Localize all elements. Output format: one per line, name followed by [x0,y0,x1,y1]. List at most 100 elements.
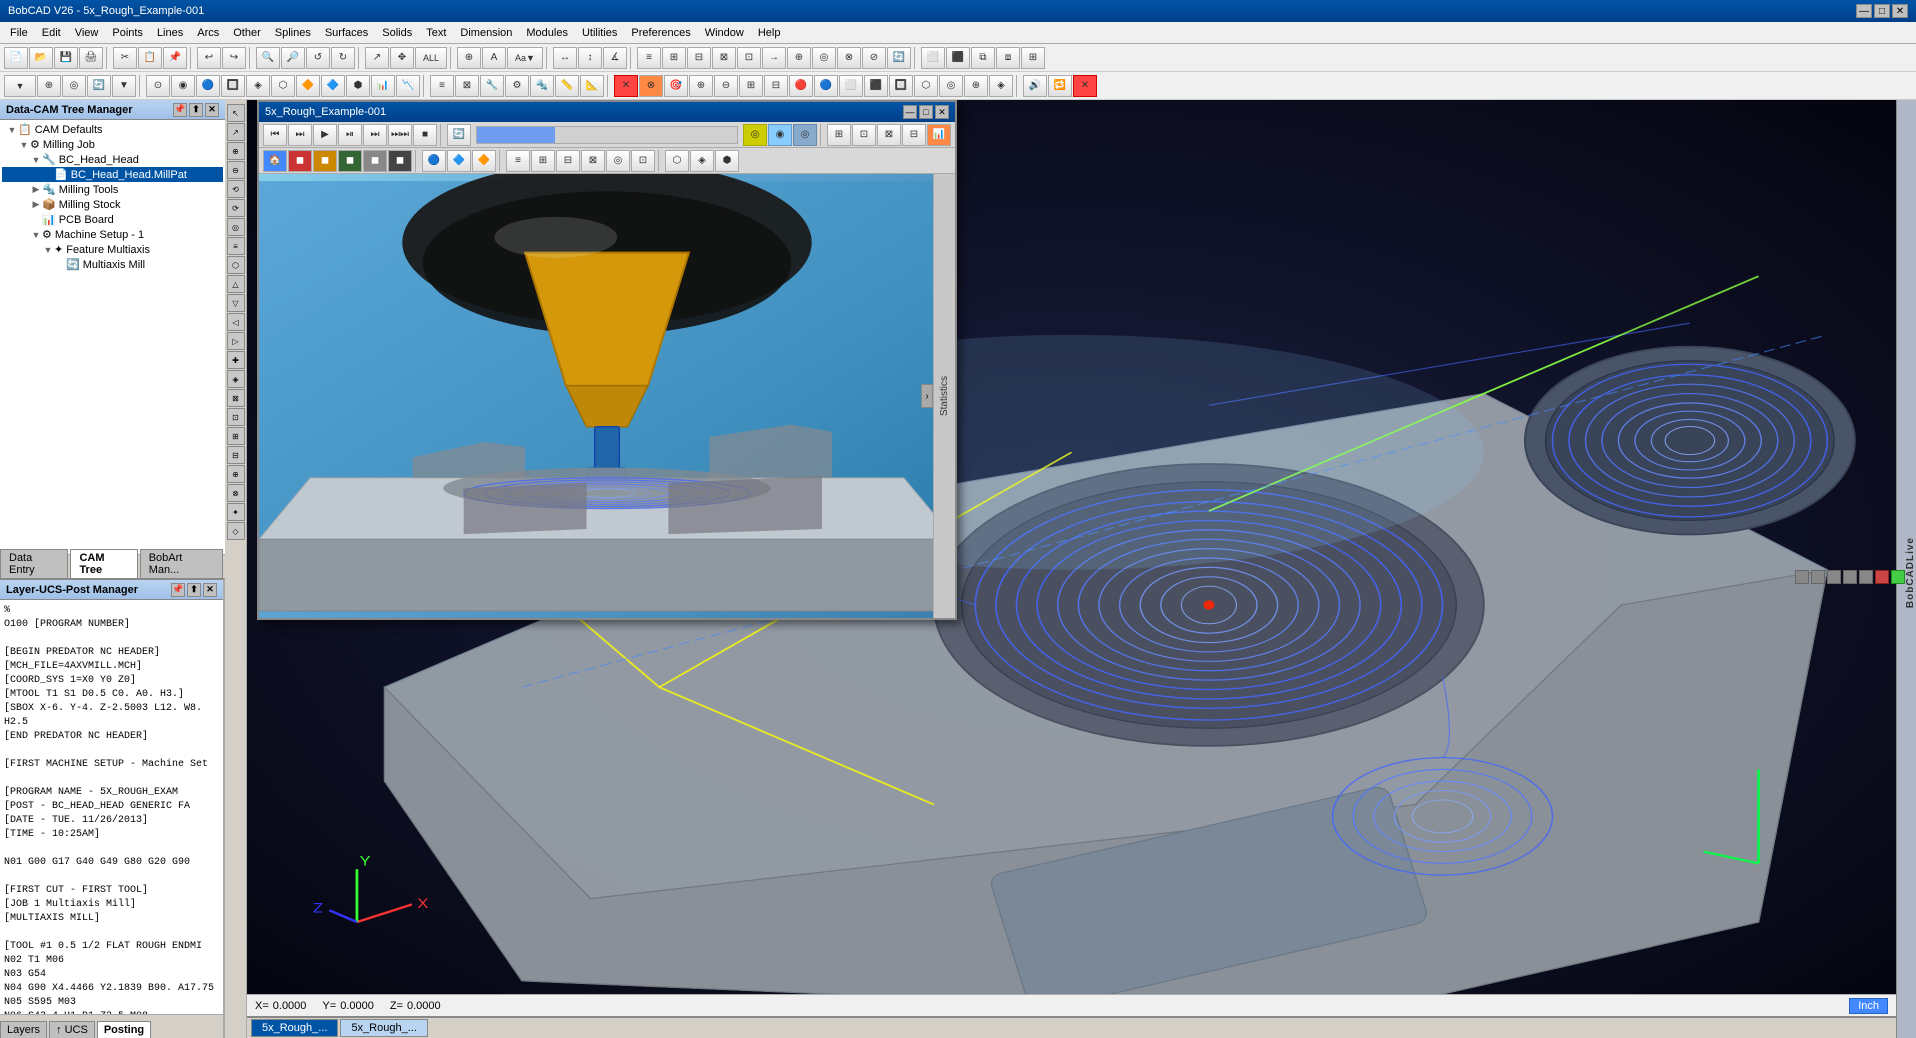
sw2-view2-btn[interactable]: ◈ [690,150,714,172]
tb-undo[interactable]: ↩ [197,47,221,69]
tab-bobart-man[interactable]: BobArt Man... [140,549,223,578]
sw2-home-btn[interactable]: 🏠 [263,150,287,172]
tb2-7[interactable]: ◉ [171,75,195,97]
tb2-2[interactable]: ⊕ [37,75,61,97]
nav-btn-18[interactable]: ⊞ [227,427,245,445]
sw2-dk-btn[interactable]: ◼ [338,150,362,172]
tree-item-milling-stock[interactable]: ▶ 📦 Milling Stock [2,197,223,212]
tb2-41[interactable]: 🔁 [1048,75,1072,97]
sw2-path2-btn[interactable]: ⊞ [531,150,555,172]
tb2-8[interactable]: 🔵 [196,75,220,97]
tb2-5[interactable]: ▼ [112,75,136,97]
nav-btn-6[interactable]: ⟳ [227,199,245,217]
tb-pts2[interactable]: ◎ [812,47,836,69]
tb-dim3[interactable]: ∡ [603,47,627,69]
menu-utilities[interactable]: Utilities [576,25,623,41]
nav-btn-8[interactable]: ≡ [227,237,245,255]
tab-ucs[interactable]: ↑ UCS [49,1021,95,1038]
tb-refresh2[interactable]: 🔄 [887,47,911,69]
nav-btn-4[interactable]: ⊖ [227,161,245,179]
sw2-cube2-btn[interactable]: 🔷 [447,150,471,172]
menu-preferences[interactable]: Preferences [625,25,696,41]
tb2-37[interactable]: ◎ [939,75,963,97]
sw-fast-btn[interactable]: ⏭ [363,124,387,146]
nav-btn-16[interactable]: ⊠ [227,389,245,407]
tb-window[interactable]: ⬜ [921,47,945,69]
sw-grid-btn[interactable]: ⊞ [827,124,851,146]
tb2-9[interactable]: 🔲 [221,75,245,97]
inch-button[interactable]: Inch [1849,998,1888,1014]
tb-dim1[interactable]: ↔ [553,47,577,69]
tree-item-bc-head[interactable]: ▼ 🔧 BC_Head_Head [2,152,223,167]
sw-circle1-btn[interactable]: ◎ [743,124,767,146]
tb2-38[interactable]: ⊕ [964,75,988,97]
tb2-28[interactable]: ⊖ [714,75,738,97]
tab-data-entry[interactable]: Data Entry [0,549,68,578]
tb-pts1[interactable]: ⊕ [787,47,811,69]
tb2-42[interactable]: ✕ [1073,75,1097,97]
tb-all[interactable]: ALL [415,47,447,69]
live-gray-btn-3[interactable] [1827,570,1841,584]
nav-btn-23[interactable]: ◇ [227,522,245,540]
tb-copies[interactable]: ⧉ [971,47,995,69]
tb-zoom-in[interactable]: 🔍 [256,47,280,69]
live-gray-btn-4[interactable] [1811,570,1825,584]
tb2-30[interactable]: ⊟ [764,75,788,97]
nav-btn-10[interactable]: △ [227,275,245,293]
tb-font[interactable]: Aa▼ [507,47,543,69]
sw2-path1-btn[interactable]: ≡ [506,150,530,172]
tb-3d2[interactable]: ⊞ [662,47,686,69]
sw-reload-btn[interactable]: 🔄 [447,124,471,146]
tb-3d4[interactable]: ⊠ [712,47,736,69]
nav-btn-12[interactable]: ◁ [227,313,245,331]
tb2-18[interactable]: ⊠ [455,75,479,97]
tb2-15[interactable]: 📊 [371,75,395,97]
sw-pattern-btn[interactable]: ⊠ [877,124,901,146]
sw2-red-btn[interactable]: ◼ [288,150,312,172]
tree-item-pcb-board[interactable]: 📊 PCB Board [2,212,223,227]
sub-close-btn[interactable]: ✕ [935,105,949,119]
menu-modules[interactable]: Modules [520,25,574,41]
tab-cam-tree[interactable]: CAM Tree [70,549,137,578]
tb-3d5[interactable]: ⊡ [737,47,761,69]
nav-btn-13[interactable]: ▷ [227,332,245,350]
nav-btn-14[interactable]: ✚ [227,351,245,369]
sw-stat-btn[interactable]: 📊 [927,124,951,146]
tb2-11[interactable]: ⬡ [271,75,295,97]
minimize-button[interactable]: — [1856,4,1872,18]
tb-open[interactable]: 📂 [29,47,53,69]
tb2-1[interactable]: ▼ [4,75,36,97]
tb2-6[interactable]: ⊙ [146,75,170,97]
sub-viewport[interactable]: Statistics › [259,174,955,618]
menu-dimension[interactable]: Dimension [454,25,518,41]
progress-bar[interactable] [476,126,738,144]
tb2-40[interactable]: 🔊 [1023,75,1047,97]
sw2-view3-btn[interactable]: ⬢ [715,150,739,172]
lower-pin-btn[interactable]: 📌 [171,583,185,597]
menu-help[interactable]: Help [752,25,787,41]
tb2-25[interactable]: ⊗ [639,75,663,97]
tb2-13[interactable]: 🔷 [321,75,345,97]
bottom-tab-2[interactable]: 5x_Rough_... [340,1019,427,1037]
tb-pts4[interactable]: ⊘ [862,47,886,69]
nav-btn-22[interactable]: ✦ [227,503,245,521]
tb2-19[interactable]: 🔧 [480,75,504,97]
menu-text[interactable]: Text [420,25,452,41]
menu-arcs[interactable]: Arcs [191,25,225,41]
tb2-21[interactable]: 🔩 [530,75,554,97]
nav-btn-1[interactable]: ↖ [227,104,245,122]
live-gray-btn-2[interactable] [1843,570,1857,584]
tb2-36[interactable]: ⬡ [914,75,938,97]
tb2-32[interactable]: 🔵 [814,75,838,97]
sw2-path5-btn[interactable]: ◎ [606,150,630,172]
sw2-orange-btn[interactable]: ◼ [313,150,337,172]
tree-item-multiaxis-mill[interactable]: 🔄 Multiaxis Mill [2,257,223,272]
menu-solids[interactable]: Solids [376,25,418,41]
tb-copies2[interactable]: ⧈ [996,47,1020,69]
tb2-16[interactable]: 📉 [396,75,420,97]
menu-edit[interactable]: Edit [36,25,67,41]
cam-pin-btn[interactable]: 📌 [173,103,187,117]
lower-close-btn[interactable]: ✕ [203,583,217,597]
tb2-10[interactable]: ◈ [246,75,270,97]
sw-stop-btn[interactable]: ■ [413,124,437,146]
